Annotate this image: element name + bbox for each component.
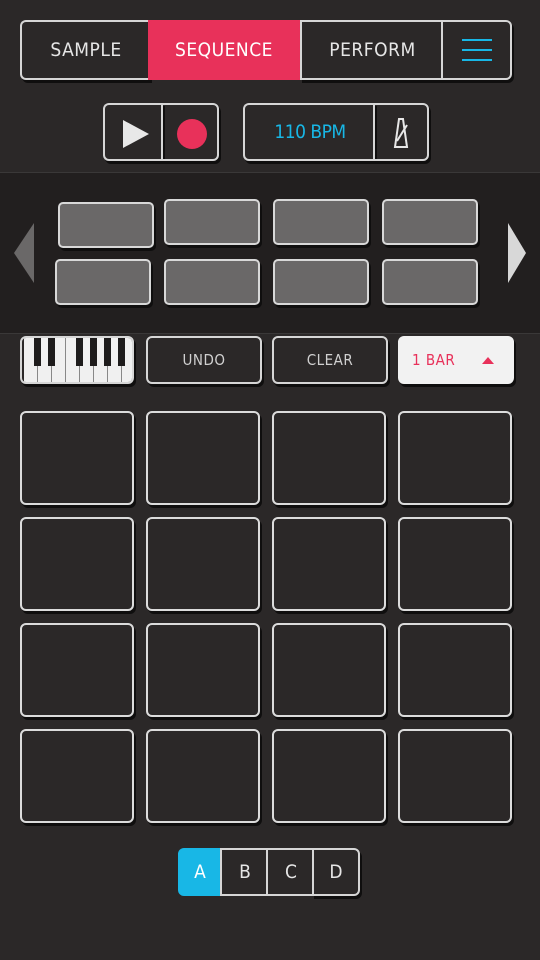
top-tab-bar: SAMPLE SEQUENCE PERFORM [20,20,512,80]
step-pad-10[interactable] [146,623,260,717]
clear-label: CLEAR [306,351,354,369]
undo-button[interactable]: UNDO [146,336,262,384]
caret-up-icon [482,357,494,364]
step-pad-14[interactable] [146,729,260,823]
pattern-c-button[interactable]: C [266,848,314,896]
bank-slot[interactable] [55,259,151,305]
tab-sequence-label: SEQUENCE [175,39,273,61]
metronome-button[interactable] [373,103,429,161]
pattern-b-button[interactable]: B [220,848,268,896]
step-pad-5[interactable] [20,517,134,611]
record-button[interactable] [161,103,219,161]
tab-perform[interactable]: PERFORM [300,20,443,80]
record-icon [177,119,207,149]
tab-perform-label: PERFORM [329,39,416,61]
pattern-c-label: C [285,861,297,883]
piano-keyboard-icon [22,338,132,382]
step-pad-2[interactable] [146,411,260,505]
step-pad-1[interactable] [20,411,134,505]
hamburger-menu-icon [461,39,492,61]
step-pad-4[interactable] [398,411,512,505]
pattern-d-button[interactable]: D [312,848,360,896]
tab-sample[interactable]: SAMPLE [20,20,150,80]
pattern-selector: A B C D [178,848,360,896]
bpm-field[interactable]: 110 BPM [243,103,375,161]
play-icon [123,120,149,148]
bar-length-dropdown[interactable]: 1 BAR [398,336,514,384]
step-pad-13[interactable] [20,729,134,823]
bar-length-label: 1 BAR [412,351,456,369]
pattern-bank [0,172,540,334]
bank-slot[interactable] [164,199,260,245]
metronome-icon [393,118,409,148]
bank-slot[interactable] [164,259,260,305]
tab-sequence[interactable]: SEQUENCE [148,20,300,80]
step-pad-16[interactable] [398,729,512,823]
transport-controls [103,103,219,161]
bank-slot[interactable] [382,199,478,245]
step-pad-11[interactable] [272,623,386,717]
bank-slot[interactable] [382,259,478,305]
chevron-left-icon[interactable] [14,223,34,283]
pattern-b-label: B [239,861,251,883]
step-pad-9[interactable] [20,623,134,717]
undo-label: UNDO [182,351,226,369]
tab-sample-label: SAMPLE [50,39,122,61]
pattern-d-label: D [329,861,343,883]
bank-slot[interactable] [273,259,369,305]
play-button[interactable] [103,103,163,161]
pattern-a-label: A [194,861,206,883]
bank-slot[interactable] [58,202,154,248]
step-pad-12[interactable] [398,623,512,717]
chevron-right-icon[interactable] [508,223,526,283]
step-pad-15[interactable] [272,729,386,823]
step-pad-6[interactable] [146,517,260,611]
step-pad-8[interactable] [398,517,512,611]
step-pad-3[interactable] [272,411,386,505]
tempo-controls: 110 BPM [243,103,429,161]
keyboard-button[interactable] [20,336,134,384]
clear-button[interactable]: CLEAR [272,336,388,384]
step-pad-7[interactable] [272,517,386,611]
bpm-value: 110 BPM [274,121,346,143]
bank-slot[interactable] [273,199,369,245]
menu-button[interactable] [441,20,512,80]
pattern-a-button[interactable]: A [178,848,222,896]
